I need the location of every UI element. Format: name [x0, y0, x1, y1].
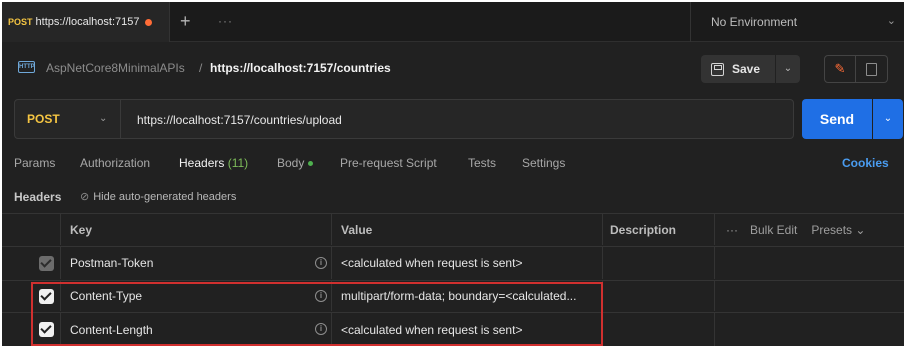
url-box: POST ⌄	[14, 99, 794, 139]
environment-label: No Environment	[711, 15, 798, 29]
column-divider	[60, 214, 61, 245]
breadcrumb: HTTP AspNetCore8MinimalAPIs / https://lo…	[2, 43, 904, 93]
request-url-bar: POST ⌄ Send ⌄	[2, 97, 904, 141]
chevron-down-icon: ⌄	[855, 222, 866, 237]
tab-bar: POST https://localhost:7157 + ··· No Env…	[2, 2, 904, 42]
chevron-down-icon: ⌄	[99, 113, 108, 124]
tab-tests[interactable]: Tests	[468, 156, 496, 170]
postman-window: POST https://localhost:7157 + ··· No Env…	[2, 2, 904, 346]
more-tabs-icon[interactable]: ···	[218, 14, 233, 28]
eye-off-icon: ⊘	[80, 191, 90, 203]
table-actions: ··· Bulk Edit Presets ⌄	[726, 214, 865, 245]
more-options-icon[interactable]: ···	[726, 223, 738, 237]
unsaved-dot-icon	[145, 18, 153, 26]
headers-section-label: Headers	[14, 190, 62, 204]
hide-auto-headers-label: Hide auto-generated headers	[93, 191, 237, 203]
column-value: Value	[341, 222, 373, 237]
column-description: Description	[610, 222, 677, 237]
column-divider	[714, 313, 715, 346]
chevron-down-icon: ⌄	[783, 63, 793, 74]
method-label: POST	[27, 112, 60, 126]
method-selector[interactable]: POST ⌄	[15, 100, 121, 138]
table-header-row: Key Value Description ··· Bulk Edit Pres…	[2, 213, 904, 245]
tab-headers[interactable]: Headers (11)	[179, 156, 248, 170]
documentation-button[interactable]	[856, 55, 888, 83]
breadcrumb-request-name[interactable]: https://localhost:7157/countries	[210, 61, 391, 75]
pencil-icon: ✎	[834, 61, 846, 76]
column-divider	[714, 247, 715, 279]
headers-count: (11)	[227, 156, 249, 170]
tab-title: https://localhost:7157	[35, 16, 140, 28]
tab-body[interactable]: Body	[277, 156, 314, 170]
highlight-box	[31, 282, 603, 346]
presets-label: Presets	[811, 222, 853, 237]
tab-pre-request-script[interactable]: Pre-request Script	[340, 156, 437, 170]
header-key[interactable]: Postman-Token	[70, 247, 153, 279]
save-icon	[711, 62, 724, 76]
tab-body-label: Body	[277, 156, 305, 170]
tab-settings[interactable]: Settings	[522, 156, 565, 170]
tab-headers-label: Headers	[179, 156, 225, 170]
column-divider	[60, 247, 61, 279]
column-divider	[331, 247, 332, 279]
breadcrumb-collection[interactable]: AspNetCore8MinimalAPIs	[46, 61, 185, 75]
document-icon	[866, 63, 877, 76]
presets-dropdown[interactable]: Presets ⌄	[811, 223, 865, 237]
request-tab[interactable]: POST https://localhost:7157	[2, 2, 170, 42]
header-value[interactable]: <calculated when request is sent>	[341, 247, 522, 279]
cookies-link[interactable]: Cookies	[842, 156, 889, 170]
save-dropdown-button[interactable]: ⌄	[776, 55, 800, 83]
request-tabs: Params Authorization Headers (11) Body P…	[2, 148, 904, 176]
breadcrumb-separator: /	[199, 61, 203, 75]
chevron-down-icon: ⌄	[883, 113, 893, 124]
tab-method: POST	[8, 17, 33, 27]
save-label: Save	[732, 62, 761, 76]
column-divider	[331, 214, 332, 245]
hide-auto-headers-toggle[interactable]: ⊘ Hide auto-generated headers	[80, 190, 236, 203]
edit-button[interactable]: ✎	[824, 55, 856, 83]
bulk-edit-button[interactable]: Bulk Edit	[750, 223, 797, 237]
info-icon[interactable]: i	[315, 257, 327, 269]
table-row: Postman-Token i <calculated when request…	[2, 246, 904, 279]
column-divider	[714, 281, 715, 311]
column-divider	[602, 214, 603, 245]
column-divider	[602, 247, 603, 279]
tab-authorization[interactable]: Authorization	[80, 156, 150, 170]
column-key: Key	[70, 222, 93, 237]
send-dropdown-button[interactable]: ⌄	[873, 99, 903, 139]
tab-params[interactable]: Params	[14, 156, 55, 170]
body-indicator-dot-icon	[308, 161, 314, 167]
row-checkbox[interactable]	[39, 256, 54, 271]
url-input[interactable]	[137, 113, 777, 127]
environment-selector[interactable]: No Environment ⌄	[690, 2, 904, 42]
chevron-down-icon: ⌄	[886, 15, 896, 27]
new-tab-button[interactable]: +	[180, 12, 191, 30]
http-request-icon: HTTP	[18, 61, 35, 73]
headers-toolbar: Headers ⊘ Hide auto-generated headers	[2, 182, 904, 210]
send-button[interactable]: Send	[802, 99, 872, 139]
save-button[interactable]: Save	[701, 55, 775, 83]
column-divider	[714, 214, 715, 245]
